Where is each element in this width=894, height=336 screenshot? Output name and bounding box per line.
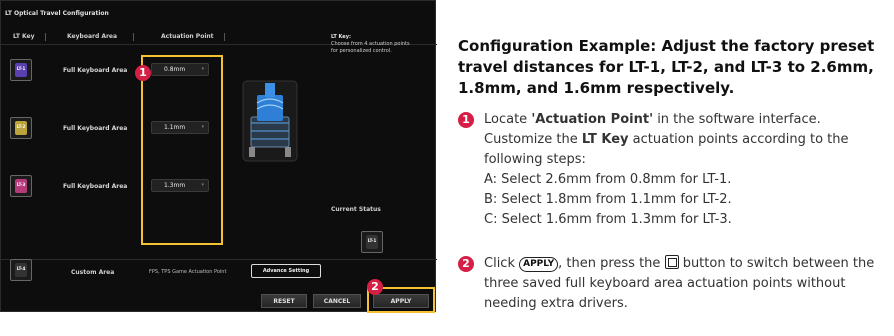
lt-key-term: LT Key (581, 132, 629, 147)
lt-key-info-text: Choose from 4 actuation points for perso… (331, 41, 410, 54)
step-1-item-c: C: Select 1.6mm from 1.3mm for LT-3. (484, 212, 732, 227)
step-1-item-b: B: Select 1.8mm from 1.1mm for LT-2. (484, 192, 732, 207)
lt1-key-icon: LT-1 (10, 59, 32, 81)
current-status-key-icon: LT-1 (361, 231, 383, 253)
lt4-key-icon: LT-4 (10, 259, 32, 281)
lt3-key-icon: LT-3 (10, 175, 32, 197)
col-divider (224, 33, 225, 41)
lt-key-info-title: LT Key: (331, 34, 351, 40)
divider (1, 259, 437, 260)
reset-button[interactable]: RESET (261, 294, 307, 308)
section-title: LT Optical Travel Configuration (5, 10, 109, 17)
col-header-actuation-point: Actuation Point (161, 33, 214, 40)
lt2-key-label: LT-2 (16, 124, 26, 129)
custom-area-description: FPS, TPS Game Actuation Point (149, 269, 227, 275)
current-status-key-label: LT-1 (367, 238, 377, 243)
step-2-text-a: Click (484, 256, 520, 271)
software-panel: LT Optical Travel Configuration LT Key K… (0, 0, 437, 313)
lt3-key-label: LT-3 (16, 182, 26, 187)
custom-area-label: Custom Area (71, 269, 115, 276)
lt2-key-icon: LT-2 (10, 117, 32, 139)
switch-illustration-icon (242, 80, 298, 162)
step-2-text-b: , then press the (558, 256, 665, 271)
col-divider (133, 33, 134, 41)
step-1-text-a: Locate (484, 112, 532, 127)
step-2-number: 2 (458, 256, 474, 272)
config-example-title: Configuration Example: Adjust the factor… (458, 37, 875, 97)
lt-key-icon (664, 255, 679, 269)
col-header-keyboard-area: Keyboard Area (67, 33, 118, 40)
lt2-area-label: Full Keyboard Area (63, 125, 128, 132)
lt4-key-label: LT-4 (16, 266, 26, 271)
step-1-item-a: A: Select 2.6mm from 0.8mm for LT-1. (484, 172, 732, 187)
lt-key-info: LT Key: Choose from 4 actuation points f… (331, 34, 411, 55)
step-1-number: 1 (458, 112, 474, 128)
lt3-area-label: Full Keyboard Area (63, 183, 128, 190)
lt1-key-label: LT-1 (16, 66, 26, 71)
col-divider (45, 33, 46, 41)
step-badge-2: 2 (367, 279, 383, 295)
current-status-label: Current Status (331, 206, 381, 213)
col-header-lt-key: LT Key (13, 33, 35, 40)
cancel-button[interactable]: CANCEL (313, 294, 361, 308)
apply-key-glyph: APPLY (519, 257, 559, 272)
step-badge-1: 1 (135, 65, 151, 81)
actuation-point-highlight (141, 55, 223, 245)
advance-setting-button[interactable]: Advance Setting (251, 264, 321, 278)
lt1-area-label: Full Keyboard Area (63, 67, 128, 74)
actuation-point-term: 'Actuation Point' (531, 112, 654, 127)
